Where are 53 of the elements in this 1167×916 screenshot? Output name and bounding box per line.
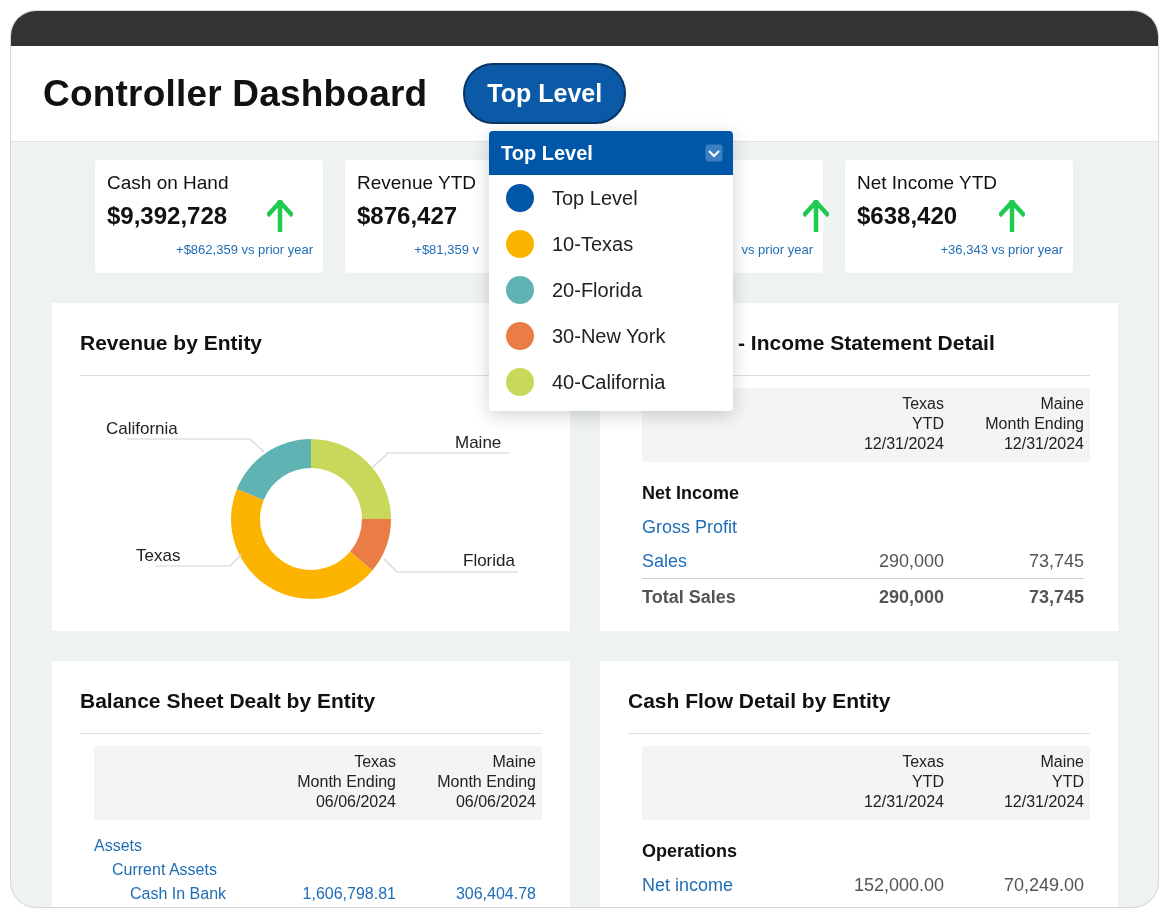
kpi-label: Revenue YTD (357, 172, 477, 195)
kpi-label: Cash on Hand (107, 172, 230, 195)
table-cell: 290,000 (878, 586, 944, 607)
table-cell: 73,745 (1028, 550, 1084, 571)
kpi-value: $638,420 (857, 202, 958, 230)
row-label[interactable]: Assets (94, 837, 142, 854)
row-label[interactable]: Cash In Bank (130, 885, 227, 902)
up-arrow-icon (999, 200, 1025, 232)
up-arrow-icon (267, 200, 294, 232)
panel-title: Revenue by Entity (80, 331, 263, 354)
row-label[interactable]: Sales (642, 550, 688, 571)
page-title: Controller Dashboard (43, 72, 428, 115)
kpi-change: +$81,359 v (414, 242, 479, 257)
column-header: Texas Month Ending 06/06/2024 (296, 752, 396, 812)
table-cell: 152,000.00 (853, 874, 944, 895)
row-label[interactable]: Current Assets (112, 861, 217, 878)
row-label: Total Sales (642, 586, 736, 607)
kpi-label: Net Income YTD (857, 172, 999, 195)
row-label[interactable]: Net income (642, 874, 734, 895)
table-cell: 306,404.78 (455, 885, 536, 902)
level-button[interactable]: Top Level (463, 63, 627, 124)
kpi-value: $9,392,728 (107, 202, 228, 230)
kpi-value: $876,427 (357, 202, 458, 230)
column-header: Texas YTD 12/31/2024 (862, 394, 944, 454)
chart-label: Maine (455, 433, 502, 452)
column-header: Maine Month Ending 12/31/2024 (984, 394, 1084, 454)
dropdown-option[interactable]: 40-California (489, 359, 733, 405)
panel-title: - Income Statement Detail (738, 331, 995, 354)
dropdown-option[interactable]: 30-New York (489, 313, 733, 359)
table-cell: 70,249.00 (1003, 874, 1084, 895)
kpi-change: vs prior year (741, 242, 813, 257)
row-label: Net Income (642, 482, 740, 503)
dropdown-option[interactable]: 10-Texas (489, 221, 733, 267)
dropdown-header[interactable]: Top Level (489, 131, 733, 175)
chart-label: Texas (136, 546, 181, 565)
panel-title: Cash Flow Detail by Entity (628, 689, 891, 712)
up-arrow-icon (803, 200, 829, 232)
chart-label: California (106, 419, 178, 438)
kpi-change: +$862,359 vs prior year (176, 242, 313, 257)
kpi-change: +36,343 vs prior year (940, 242, 1063, 257)
chevron-down-icon (705, 144, 723, 162)
row-label[interactable]: Gross Profit (642, 516, 738, 537)
column-header: Texas YTD 12/31/2024 (862, 752, 944, 812)
table-cell: 1,606,798.81 (302, 885, 396, 902)
dropdown-option[interactable]: 20-Florida (489, 267, 733, 313)
row-label: Operations (642, 840, 738, 861)
column-header: Maine YTD 12/31/2024 (1002, 752, 1084, 812)
panel-title: Balance Sheet Dealt by Entity (80, 689, 376, 712)
table-cell: 73,745 (1028, 586, 1084, 607)
dropdown-option[interactable]: Top Level (489, 175, 733, 221)
column-header: Maine Month Ending 06/06/2024 (436, 752, 536, 812)
table-cell: 290,000 (878, 550, 944, 571)
chart-label: Florida (463, 551, 515, 570)
